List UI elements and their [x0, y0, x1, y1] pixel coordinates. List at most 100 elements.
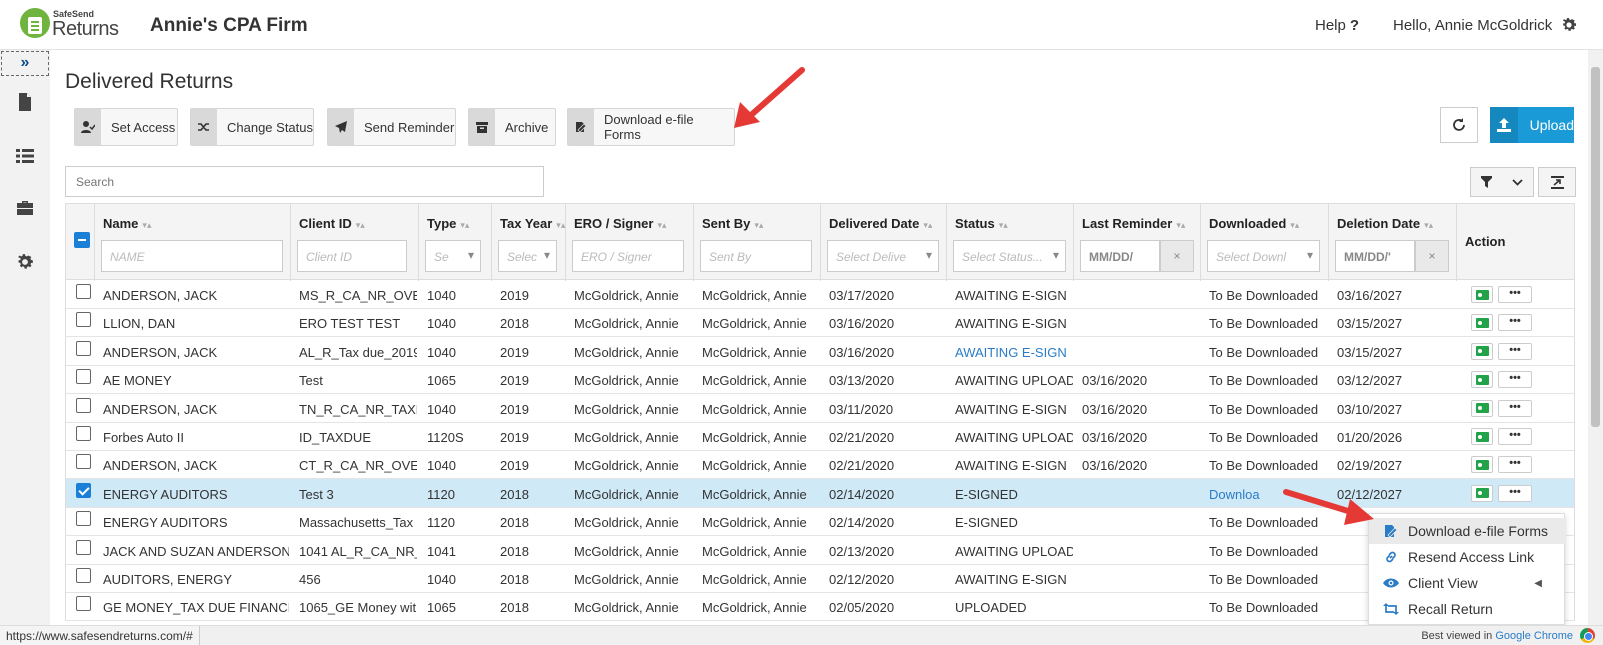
scrollbar-thumb[interactable] [1591, 67, 1600, 427]
client-card-button[interactable] [1471, 286, 1493, 303]
sidebar-expand-icon[interactable]: » [1, 51, 49, 76]
row-checkbox[interactable] [76, 454, 91, 470]
col-name[interactable]: Name ▾▴ NAME [95, 204, 291, 281]
col-downloaded[interactable]: Downloaded ▾▴ Select Downl [1201, 204, 1329, 281]
menu-recall-return[interactable]: Recall Return [1369, 596, 1566, 622]
table-row[interactable]: ANDERSON, JACK CT_R_CA_NR_OVER... 1040 2019… [65, 450, 1575, 480]
vertical-scrollbar[interactable] [1588, 50, 1603, 625]
more-actions-button[interactable]: ••• [1498, 399, 1532, 417]
set-access-button[interactable]: Set Access [74, 108, 178, 146]
cell-downloaded[interactable]: Downloa [1209, 487, 1260, 502]
table-row[interactable]: LLION, DAN ERO TEST TEST 1040 2018 McGoldric… [65, 308, 1575, 338]
more-actions-button[interactable]: ••• [1498, 428, 1532, 445]
sort-icon[interactable]: ▾▴ [1176, 220, 1185, 230]
last-reminder-date-input[interactable]: MM/DD/ [1080, 240, 1160, 272]
row-checkbox[interactable] [76, 340, 91, 356]
table-row[interactable]: JACK AND SUZAN ANDERSON T... 1041 AL_R_CA… [65, 535, 1575, 565]
deletion-date-input[interactable]: MM/DD/' [1335, 240, 1415, 272]
col-client-id[interactable]: Client ID ▾▴ Client ID [291, 204, 419, 281]
menu-resend-access-link[interactable]: Resend Access Link [1369, 544, 1566, 570]
more-actions-button[interactable]: ••• [1498, 314, 1532, 332]
row-checkbox[interactable] [76, 284, 91, 299]
briefcase-icon[interactable] [15, 198, 35, 218]
client-id-filter-input[interactable]: Client ID [297, 240, 407, 272]
table-row[interactable]: ENERGY AUDITORS Massachusetts_Tax ... 1120… [65, 507, 1575, 537]
tax-year-filter-select[interactable]: Selec [498, 240, 557, 272]
upload-button[interactable]: Upload [1490, 107, 1574, 143]
client-card-button[interactable] [1471, 456, 1493, 474]
sort-icon[interactable]: ▾▴ [460, 220, 469, 230]
sort-icon[interactable]: ▾▴ [142, 220, 151, 230]
export-button[interactable] [1538, 167, 1576, 197]
row-checkbox[interactable] [76, 426, 91, 441]
sort-icon[interactable]: ▾▴ [556, 220, 565, 230]
list-icon[interactable] [15, 146, 35, 166]
sort-icon[interactable]: ▾▴ [999, 220, 1008, 230]
client-card-button[interactable] [1471, 428, 1493, 445]
help-link[interactable]: Help? [1315, 17, 1359, 34]
sent-by-filter-input[interactable]: Sent By [700, 240, 812, 272]
col-sent-by[interactable]: Sent By ▾▴ Sent By [694, 204, 821, 281]
type-filter-select[interactable]: Se [425, 240, 481, 272]
sort-icon[interactable]: ▾▴ [754, 220, 763, 230]
document-icon[interactable] [15, 92, 35, 112]
change-status-button[interactable]: Change Status [190, 108, 314, 146]
settings-gear-icon[interactable] [1560, 16, 1578, 34]
chevron-down-icon[interactable] [1502, 168, 1533, 196]
clear-date-icon[interactable]: × [1160, 240, 1194, 272]
send-reminder-button[interactable]: Send Reminder [327, 108, 456, 146]
best-viewed-browser[interactable]: Google Chrome [1495, 630, 1573, 642]
sort-icon[interactable]: ▾▴ [923, 220, 932, 230]
clear-date-icon[interactable]: × [1415, 240, 1449, 272]
more-actions-button[interactable]: ••• [1498, 342, 1532, 360]
client-card-button[interactable] [1471, 342, 1493, 360]
col-tax-year[interactable]: Tax Year ▾▴ Selec [492, 204, 566, 281]
client-card-button[interactable] [1471, 399, 1493, 417]
table-row[interactable]: GE MONEY_TAX DUE FINANCIAL... 1065_GE Mon… [65, 592, 1575, 622]
more-actions-button[interactable]: ••• [1498, 484, 1532, 502]
sort-icon[interactable]: ▾▴ [1290, 220, 1299, 230]
table-row[interactable]: ENERGY AUDITORS Test 3 1120 2018 McGoldrick,… [65, 478, 1575, 508]
download-efile-forms-button[interactable]: Download e-file Forms [567, 108, 735, 146]
row-checkbox[interactable] [76, 369, 91, 385]
table-row[interactable]: AUDITORS, ENERGY 456 1040 2018 McGoldrick, A… [65, 564, 1575, 593]
sort-icon[interactable]: ▾▴ [657, 220, 666, 230]
row-checkbox[interactable] [76, 539, 91, 555]
downloaded-filter-select[interactable]: Select Downl [1207, 240, 1320, 272]
menu-download-efile[interactable]: Download e-file Forms [1369, 518, 1566, 544]
more-actions-button[interactable]: ••• [1498, 371, 1532, 389]
row-checkbox[interactable] [76, 568, 91, 583]
gear-icon[interactable] [15, 252, 35, 272]
sort-icon[interactable]: ▾▴ [356, 220, 365, 230]
col-delivered-date[interactable]: Delivered Date ▾▴ Select Delive [821, 204, 947, 281]
col-deletion-date[interactable]: Deletion Date ▾▴ MM/DD/' × [1329, 204, 1457, 281]
name-filter-input[interactable]: NAME [101, 240, 283, 272]
table-row[interactable]: Forbes Auto II ID_TAXDUE 1120S 2019 McGoldri… [65, 422, 1575, 451]
client-card-button[interactable] [1471, 314, 1493, 332]
table-row[interactable]: AE MONEY Test 1065 2019 McGoldrick, Annie McG… [65, 365, 1575, 395]
client-card-button[interactable] [1471, 484, 1493, 502]
archive-button[interactable]: Archive [468, 108, 556, 146]
client-card-button[interactable] [1471, 371, 1493, 389]
more-actions-button[interactable]: ••• [1498, 286, 1532, 303]
table-row[interactable]: ANDERSON, JACK AL_R_Tax due_2019... 1040 20… [65, 336, 1575, 366]
refresh-button[interactable] [1440, 107, 1478, 143]
table-row[interactable]: ANDERSON, JACK MS_R_CA_NR_OVE... 1040 2019 M… [65, 280, 1575, 309]
ero-filter-input[interactable]: ERO / Signer [572, 240, 684, 272]
status-filter-select[interactable]: Select Status... [953, 240, 1066, 272]
menu-client-view[interactable]: Client View ◀ [1369, 570, 1566, 596]
row-checkbox[interactable] [76, 397, 91, 413]
delivered-filter-select[interactable]: Select Delive [827, 240, 939, 272]
row-checkbox[interactable] [76, 312, 91, 328]
col-last-reminder[interactable]: Last Reminder ▾▴ MM/DD/ × [1074, 204, 1201, 281]
cell-status[interactable]: AWAITING E-SIGN [955, 345, 1067, 360]
col-type[interactable]: Type ▾▴ Se [419, 204, 492, 281]
row-checkbox[interactable] [76, 511, 91, 527]
search-input[interactable] [65, 166, 544, 197]
more-actions-button[interactable]: ••• [1498, 456, 1532, 474]
user-greeting[interactable]: Hello, Annie McGoldrick [1393, 17, 1552, 34]
safesend-logo[interactable]: SafeSend Returns [20, 6, 122, 42]
select-all-checkbox[interactable] [74, 232, 90, 248]
filter-funnel-icon[interactable] [1471, 168, 1502, 196]
row-checkbox[interactable] [76, 482, 91, 498]
